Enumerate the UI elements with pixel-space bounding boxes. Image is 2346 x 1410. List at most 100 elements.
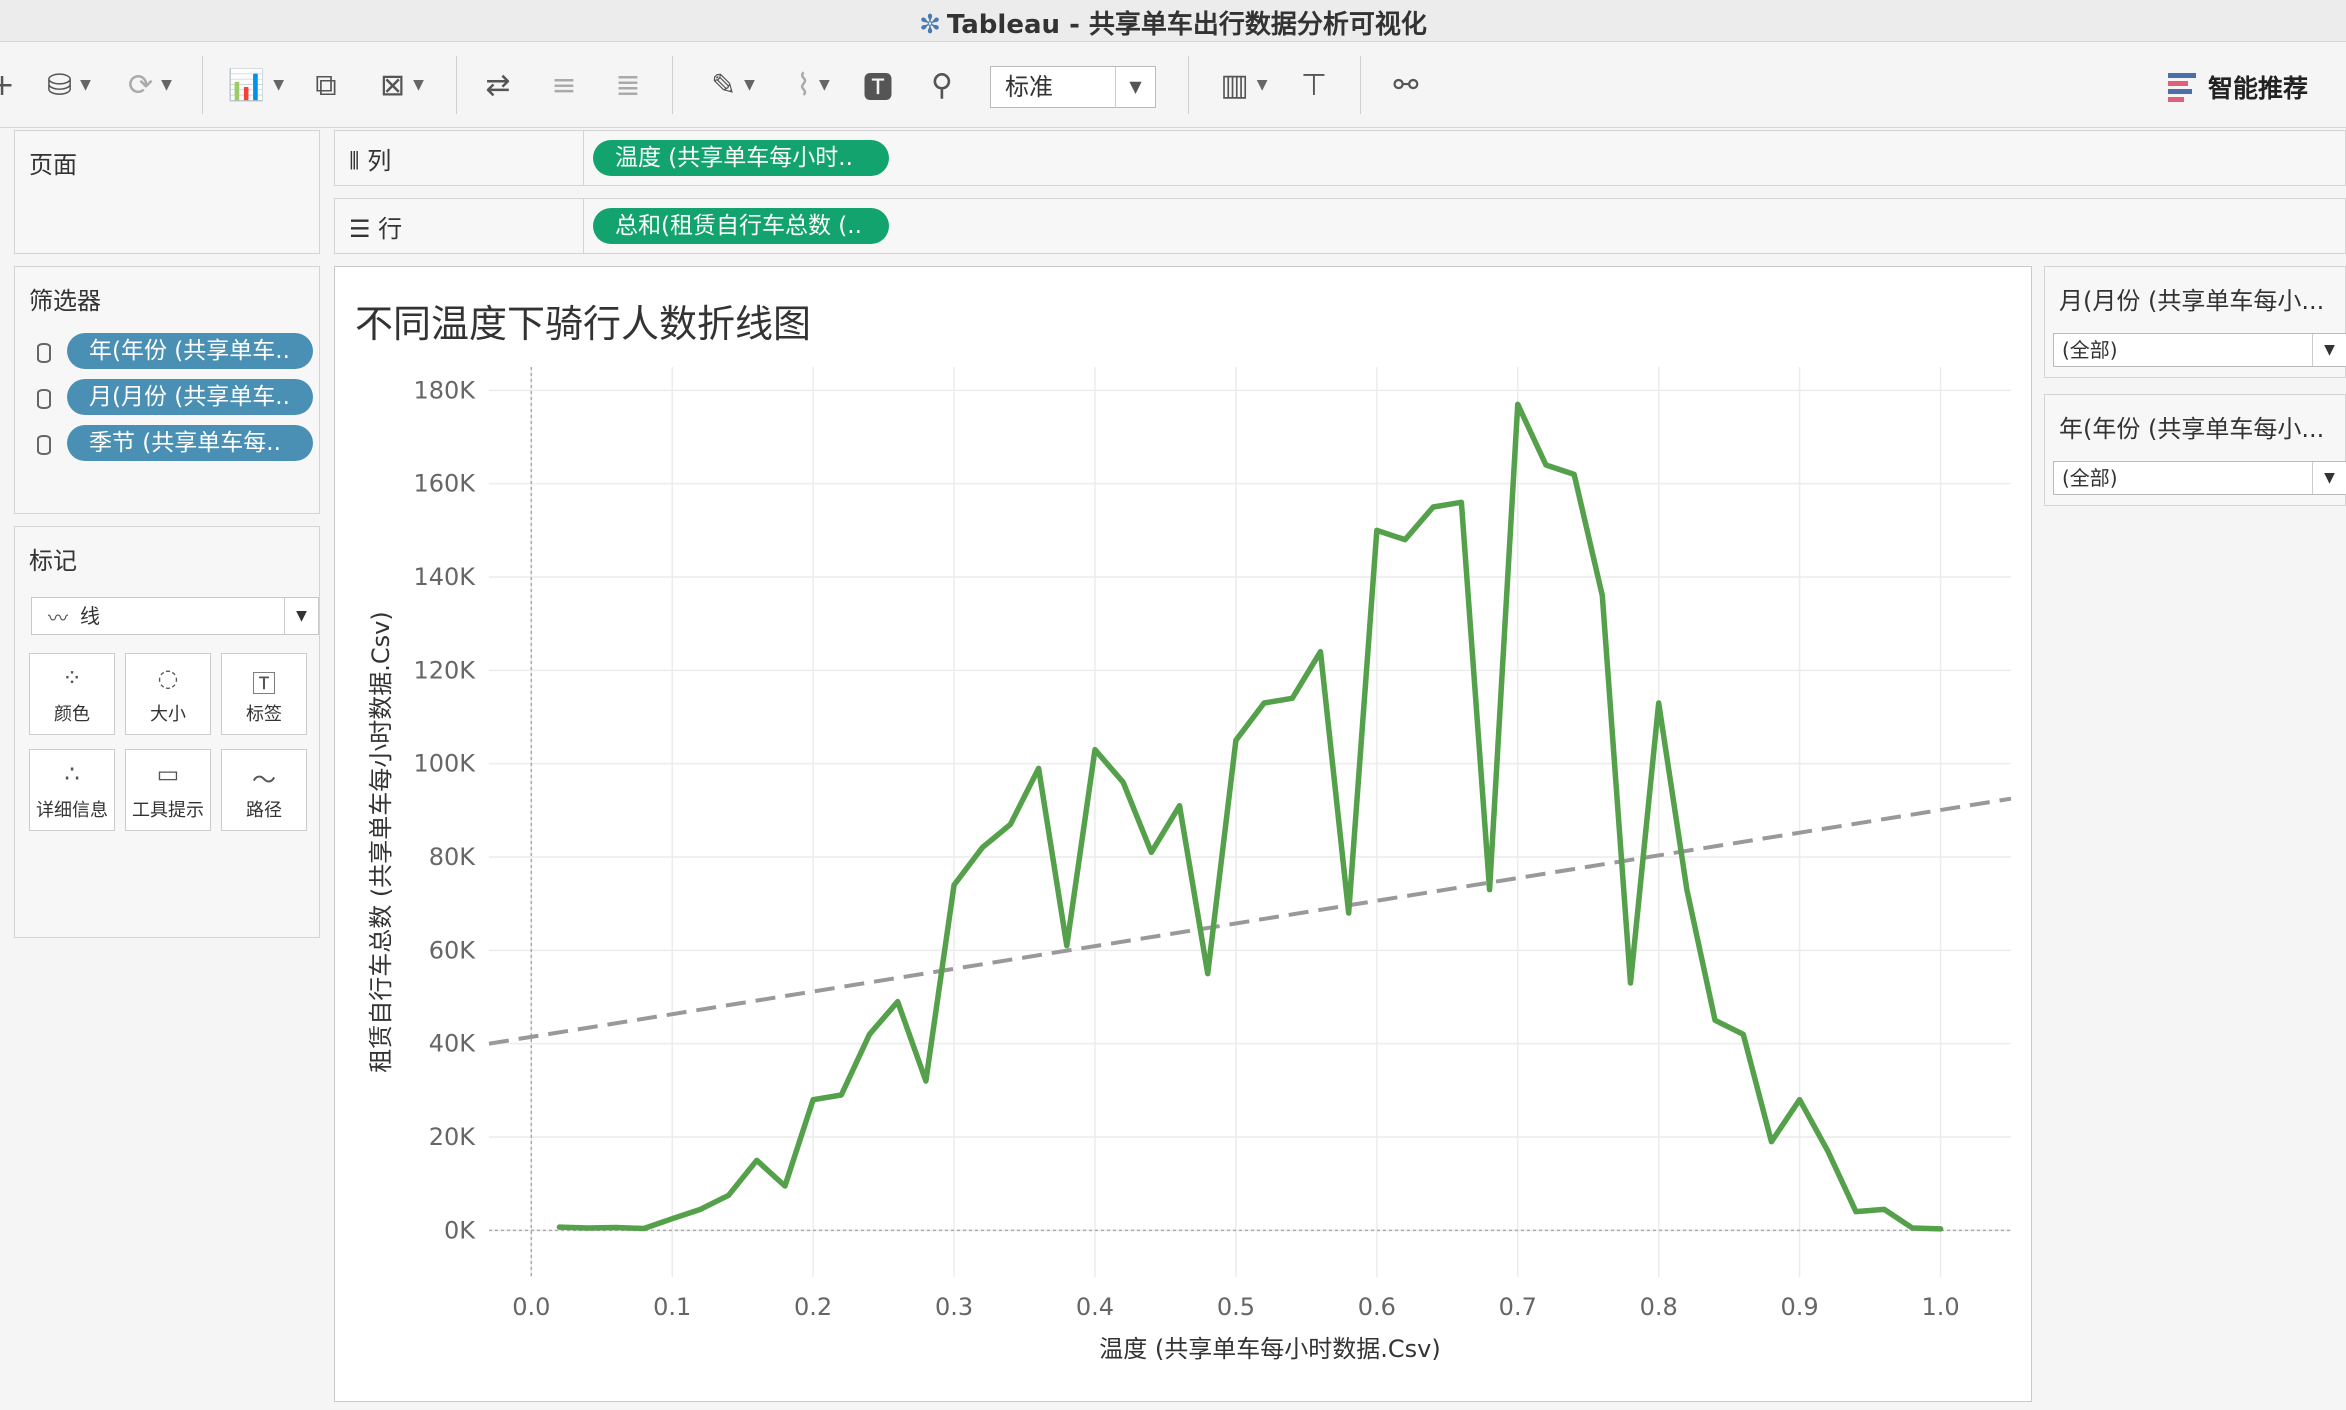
marks-card-label: 颜色 — [54, 704, 90, 725]
x-tick-label: 0.6 — [1358, 1293, 1396, 1321]
line-chart-icon: 〰 — [48, 606, 68, 630]
chevron-down-icon: ▼ — [413, 77, 424, 93]
share-icon: ⚯ — [1393, 67, 1419, 103]
window-title-text: Tableau - 共享单车出行数据分析可视化 — [946, 10, 1427, 40]
chevron-down-icon: ▼ — [1115, 67, 1155, 107]
rows-shelf[interactable]: ☰ 行 总和(租赁自行车总数 (.. — [334, 198, 2346, 254]
x-tick-label: 0.2 — [794, 1293, 832, 1321]
sort-descending-button[interactable]: ≣ — [606, 62, 650, 108]
columns-pill-label: 温度 (共享单车每小时.. — [615, 145, 853, 171]
share-button[interactable]: ⚯ — [1384, 62, 1428, 108]
database-icon — [37, 389, 51, 409]
filters-panel[interactable]: 筛选器 年(年份 (共享单车.. 月(月份 (共享单车.. 季节 (共享单车每.… — [14, 266, 320, 514]
swap-rows-columns-button[interactable]: ⇄ — [476, 62, 520, 108]
new-worksheet-button[interactable]: 📊 ▼ — [218, 62, 294, 108]
filter-pill-month[interactable]: 月(月份 (共享单车.. — [67, 379, 313, 415]
new-data-source-icon[interactable]: + — [0, 62, 15, 108]
marks-card-color[interactable]: ⁘ 颜色 — [29, 653, 115, 735]
detail-icon: ∴ — [64, 760, 80, 788]
marks-card-label: 路径 — [246, 800, 282, 821]
show-labels-button[interactable]: 🆃 — [856, 62, 900, 108]
rows-icon: ☰ — [349, 215, 371, 243]
rows-pill-label: 总和(租赁自行车总数 (.. — [615, 213, 862, 239]
month-filter-card: 月(月份 (共享单车每小... (全部) ▼ — [2044, 266, 2346, 378]
marks-title: 标记 — [29, 547, 77, 575]
pin-icon: ⚲ — [931, 67, 953, 103]
marks-card-detail[interactable]: ∴ 详细信息 — [29, 749, 115, 831]
shelf-divider — [583, 199, 584, 253]
path-icon: 〜 — [252, 766, 276, 794]
sort-ascending-icon: ≡ — [551, 67, 577, 103]
database-icon — [37, 343, 51, 363]
database-icon: ⛁ — [47, 67, 73, 103]
clear-icon: ⊠ — [380, 67, 406, 103]
smart-recommend-button[interactable]: 智能推荐 — [2168, 66, 2308, 108]
label-icon: 🅃 — [252, 670, 276, 698]
marks-card-tooltip[interactable]: ▭ 工具提示 — [125, 749, 211, 831]
month-filter-value: (全部) — [2062, 338, 2118, 362]
x-tick-label: 0.3 — [935, 1293, 973, 1321]
size-icon: ◌ — [157, 664, 179, 692]
chevron-down-icon: ▼ — [744, 77, 755, 93]
database-icon — [37, 435, 51, 455]
pages-panel[interactable]: 页面 — [14, 130, 320, 254]
toolbar-separator — [1360, 56, 1361, 114]
x-axis-title: 温度 (共享单车每小时数据.Csv) — [1099, 1335, 1440, 1363]
x-tick-label: 0.5 — [1217, 1293, 1255, 1321]
fix-axes-button[interactable]: ⚲ — [920, 62, 964, 108]
chevron-down-icon: ▼ — [80, 77, 91, 93]
sort-descending-icon: ≣ — [615, 67, 641, 103]
y-axis-title: 租赁自行车总数 (共享单车每小时数据.Csv) — [367, 611, 395, 1072]
fit-select[interactable]: 标准 ▼ — [990, 66, 1156, 108]
highlight-button[interactable]: ✎ ▼ — [700, 62, 766, 108]
series-line — [556, 401, 1944, 1232]
clear-sheet-button[interactable]: ⊠ ▼ — [364, 62, 440, 108]
filter-pill-year[interactable]: 年(年份 (共享单车.. — [67, 333, 313, 369]
rows-shelf-label: ☰ 行 — [349, 209, 402, 244]
swap-icon: ⇄ — [485, 67, 511, 103]
filter-pill-season[interactable]: 季节 (共享单车每.. — [67, 425, 313, 461]
month-filter-select[interactable]: (全部) ▼ — [2053, 333, 2346, 367]
color-icon: ⁘ — [61, 664, 83, 692]
text-label-icon: 🆃 — [863, 71, 893, 106]
mark-type-select[interactable]: 〰 线 ▼ — [31, 597, 319, 635]
marks-card-label: 详细信息 — [36, 800, 108, 821]
year-filter-select[interactable]: (全部) ▼ — [2053, 461, 2346, 495]
marks-panel: 标记 〰 线 ▼ ⁘ 颜色 ◌ 大小 🅃 标签 ∴ 详细信息 ▭ 工具提示 〜路径 — [14, 526, 320, 938]
columns-pill[interactable]: 温度 (共享单车每小时.. — [593, 140, 889, 176]
columns-shelf-label: ⦀ 列 — [349, 141, 391, 176]
filter-pill-label: 季节 (共享单车每.. — [89, 430, 281, 456]
marks-card-label: 标签 — [246, 704, 282, 725]
line-chart[interactable]: 0.0 0.1 0.2 0.3 0.4 0.5 0.6 0.7 0.8 0.9 1.0 0K 20K 40… — [335, 267, 2031, 1401]
filters-title: 筛选器 — [29, 287, 101, 315]
x-tick-label: 0.4 — [1076, 1293, 1114, 1321]
columns-shelf-text: 列 — [367, 147, 392, 175]
columns-shelf[interactable]: ⦀ 列 温度 (共享单车每小时.. — [334, 130, 2346, 186]
sort-ascending-button[interactable]: ≡ — [542, 62, 586, 108]
show-cards-button[interactable]: ▥ ▼ — [1206, 62, 1282, 108]
chevron-down-icon: ▼ — [273, 77, 285, 93]
duplicate-sheet-button[interactable]: ⧉ — [304, 62, 348, 108]
filter-pill-label: 年(年份 (共享单车.. — [89, 338, 290, 364]
year-filter-value: (全部) — [2062, 466, 2118, 490]
x-tick-label: 0.0 — [512, 1293, 550, 1321]
smart-recommend-icon — [2168, 70, 2196, 105]
filter-pill-label: 月(月份 (共享单车.. — [89, 384, 290, 410]
presentation-mode-button[interactable]: ⊤ — [1292, 62, 1336, 108]
rows-pill[interactable]: 总和(租赁自行车总数 (.. — [593, 208, 889, 244]
marks-card-path[interactable]: 〜路径 — [221, 749, 307, 831]
trend-line — [488, 796, 2012, 1046]
y-tick-label: 120K — [413, 656, 476, 684]
group-members-button[interactable]: ⌇ ▼ — [780, 62, 846, 108]
marks-card-label[interactable]: 🅃 标签 — [221, 653, 307, 735]
data-source-button[interactable]: ⛁ ▼ — [34, 62, 104, 108]
chart-pane[interactable]: 不同温度下骑行人数折线图 0.0 0.1 0.2 0.3 0.4 0.5 0.6 0.7 0.8… — [334, 266, 2032, 1402]
chevron-down-icon: ▼ — [2312, 462, 2346, 494]
marks-card-label: 工具提示 — [132, 800, 204, 821]
marks-card-label: 大小 — [150, 704, 186, 725]
y-tick-label: 180K — [413, 376, 476, 404]
marks-card-size[interactable]: ◌ 大小 — [125, 653, 211, 735]
refresh-button[interactable]: ⟳ ▼ — [112, 62, 188, 108]
y-tick-label: 100K — [413, 750, 476, 778]
highlighter-icon: ✎ — [711, 67, 737, 103]
